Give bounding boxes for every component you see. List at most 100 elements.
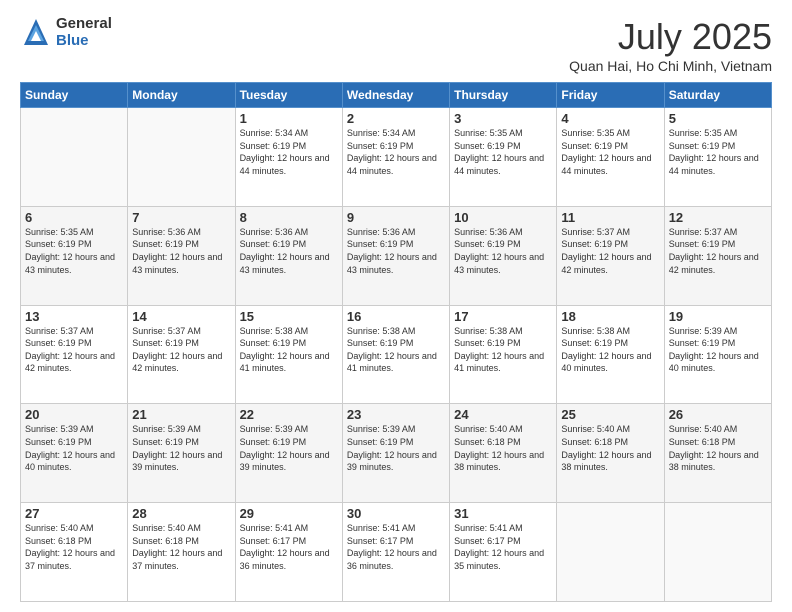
day-number: 4 <box>561 111 659 126</box>
day-number: 7 <box>132 210 230 225</box>
logo-general: General <box>56 16 112 33</box>
day-number: 25 <box>561 407 659 422</box>
day-info: Sunrise: 5:35 AMSunset: 6:19 PMDaylight:… <box>669 127 767 177</box>
day-number: 12 <box>669 210 767 225</box>
calendar-cell <box>21 108 128 207</box>
calendar-week-row: 13Sunrise: 5:37 AMSunset: 6:19 PMDayligh… <box>21 305 772 404</box>
day-info: Sunrise: 5:41 AMSunset: 6:17 PMDaylight:… <box>240 522 338 572</box>
day-number: 9 <box>347 210 445 225</box>
day-of-week-header: Saturday <box>664 83 771 108</box>
day-info: Sunrise: 5:39 AMSunset: 6:19 PMDaylight:… <box>25 423 123 473</box>
day-info: Sunrise: 5:37 AMSunset: 6:19 PMDaylight:… <box>669 226 767 276</box>
location: Quan Hai, Ho Chi Minh, Vietnam <box>569 58 772 74</box>
day-of-week-header: Sunday <box>21 83 128 108</box>
page: General Blue July 2025 Quan Hai, Ho Chi … <box>0 0 792 612</box>
day-number: 22 <box>240 407 338 422</box>
day-info: Sunrise: 5:40 AMSunset: 6:18 PMDaylight:… <box>25 522 123 572</box>
calendar-cell: 21Sunrise: 5:39 AMSunset: 6:19 PMDayligh… <box>128 404 235 503</box>
day-info: Sunrise: 5:40 AMSunset: 6:18 PMDaylight:… <box>669 423 767 473</box>
month-title: July 2025 <box>569 16 772 58</box>
calendar-cell: 23Sunrise: 5:39 AMSunset: 6:19 PMDayligh… <box>342 404 449 503</box>
day-number: 6 <box>25 210 123 225</box>
day-number: 18 <box>561 309 659 324</box>
calendar-table: SundayMondayTuesdayWednesdayThursdayFrid… <box>20 82 772 602</box>
calendar-cell: 3Sunrise: 5:35 AMSunset: 6:19 PMDaylight… <box>450 108 557 207</box>
day-number: 23 <box>347 407 445 422</box>
title-area: July 2025 Quan Hai, Ho Chi Minh, Vietnam <box>569 16 772 74</box>
day-info: Sunrise: 5:41 AMSunset: 6:17 PMDaylight:… <box>454 522 552 572</box>
day-info: Sunrise: 5:40 AMSunset: 6:18 PMDaylight:… <box>132 522 230 572</box>
day-info: Sunrise: 5:34 AMSunset: 6:19 PMDaylight:… <box>347 127 445 177</box>
logo-blue: Blue <box>56 33 112 50</box>
day-number: 21 <box>132 407 230 422</box>
calendar-cell: 12Sunrise: 5:37 AMSunset: 6:19 PMDayligh… <box>664 206 771 305</box>
day-of-week-header: Wednesday <box>342 83 449 108</box>
day-number: 3 <box>454 111 552 126</box>
day-of-week-header: Friday <box>557 83 664 108</box>
day-number: 5 <box>669 111 767 126</box>
calendar-cell: 4Sunrise: 5:35 AMSunset: 6:19 PMDaylight… <box>557 108 664 207</box>
calendar-cell <box>557 503 664 602</box>
day-info: Sunrise: 5:35 AMSunset: 6:19 PMDaylight:… <box>561 127 659 177</box>
day-number: 27 <box>25 506 123 521</box>
calendar-cell: 26Sunrise: 5:40 AMSunset: 6:18 PMDayligh… <box>664 404 771 503</box>
day-number: 11 <box>561 210 659 225</box>
day-info: Sunrise: 5:39 AMSunset: 6:19 PMDaylight:… <box>347 423 445 473</box>
day-of-week-header: Thursday <box>450 83 557 108</box>
day-number: 26 <box>669 407 767 422</box>
day-number: 1 <box>240 111 338 126</box>
calendar-header-row: SundayMondayTuesdayWednesdayThursdayFrid… <box>21 83 772 108</box>
calendar-cell: 20Sunrise: 5:39 AMSunset: 6:19 PMDayligh… <box>21 404 128 503</box>
calendar-cell: 1Sunrise: 5:34 AMSunset: 6:19 PMDaylight… <box>235 108 342 207</box>
calendar-cell: 2Sunrise: 5:34 AMSunset: 6:19 PMDaylight… <box>342 108 449 207</box>
day-info: Sunrise: 5:39 AMSunset: 6:19 PMDaylight:… <box>240 423 338 473</box>
day-of-week-header: Tuesday <box>235 83 342 108</box>
day-info: Sunrise: 5:38 AMSunset: 6:19 PMDaylight:… <box>347 325 445 375</box>
calendar-week-row: 6Sunrise: 5:35 AMSunset: 6:19 PMDaylight… <box>21 206 772 305</box>
calendar-cell: 7Sunrise: 5:36 AMSunset: 6:19 PMDaylight… <box>128 206 235 305</box>
day-number: 19 <box>669 309 767 324</box>
calendar-week-row: 1Sunrise: 5:34 AMSunset: 6:19 PMDaylight… <box>21 108 772 207</box>
day-number: 29 <box>240 506 338 521</box>
calendar-cell: 10Sunrise: 5:36 AMSunset: 6:19 PMDayligh… <box>450 206 557 305</box>
calendar-cell: 8Sunrise: 5:36 AMSunset: 6:19 PMDaylight… <box>235 206 342 305</box>
day-number: 20 <box>25 407 123 422</box>
calendar-cell: 22Sunrise: 5:39 AMSunset: 6:19 PMDayligh… <box>235 404 342 503</box>
day-info: Sunrise: 5:37 AMSunset: 6:19 PMDaylight:… <box>25 325 123 375</box>
calendar-cell: 14Sunrise: 5:37 AMSunset: 6:19 PMDayligh… <box>128 305 235 404</box>
calendar-cell: 6Sunrise: 5:35 AMSunset: 6:19 PMDaylight… <box>21 206 128 305</box>
day-number: 17 <box>454 309 552 324</box>
day-info: Sunrise: 5:40 AMSunset: 6:18 PMDaylight:… <box>454 423 552 473</box>
day-info: Sunrise: 5:36 AMSunset: 6:19 PMDaylight:… <box>132 226 230 276</box>
day-number: 15 <box>240 309 338 324</box>
calendar-cell: 11Sunrise: 5:37 AMSunset: 6:19 PMDayligh… <box>557 206 664 305</box>
day-of-week-header: Monday <box>128 83 235 108</box>
logo-icon <box>20 17 52 49</box>
day-number: 10 <box>454 210 552 225</box>
day-info: Sunrise: 5:34 AMSunset: 6:19 PMDaylight:… <box>240 127 338 177</box>
day-number: 31 <box>454 506 552 521</box>
day-info: Sunrise: 5:38 AMSunset: 6:19 PMDaylight:… <box>561 325 659 375</box>
day-info: Sunrise: 5:40 AMSunset: 6:18 PMDaylight:… <box>561 423 659 473</box>
calendar-cell: 28Sunrise: 5:40 AMSunset: 6:18 PMDayligh… <box>128 503 235 602</box>
day-info: Sunrise: 5:41 AMSunset: 6:17 PMDaylight:… <box>347 522 445 572</box>
day-info: Sunrise: 5:37 AMSunset: 6:19 PMDaylight:… <box>561 226 659 276</box>
day-number: 2 <box>347 111 445 126</box>
day-info: Sunrise: 5:35 AMSunset: 6:19 PMDaylight:… <box>25 226 123 276</box>
day-number: 30 <box>347 506 445 521</box>
logo: General Blue <box>20 16 112 49</box>
day-info: Sunrise: 5:38 AMSunset: 6:19 PMDaylight:… <box>240 325 338 375</box>
calendar-cell: 9Sunrise: 5:36 AMSunset: 6:19 PMDaylight… <box>342 206 449 305</box>
day-number: 16 <box>347 309 445 324</box>
calendar-cell: 17Sunrise: 5:38 AMSunset: 6:19 PMDayligh… <box>450 305 557 404</box>
day-info: Sunrise: 5:39 AMSunset: 6:19 PMDaylight:… <box>132 423 230 473</box>
calendar-cell: 31Sunrise: 5:41 AMSunset: 6:17 PMDayligh… <box>450 503 557 602</box>
header: General Blue July 2025 Quan Hai, Ho Chi … <box>20 16 772 74</box>
calendar-cell: 16Sunrise: 5:38 AMSunset: 6:19 PMDayligh… <box>342 305 449 404</box>
day-number: 28 <box>132 506 230 521</box>
day-info: Sunrise: 5:36 AMSunset: 6:19 PMDaylight:… <box>347 226 445 276</box>
calendar-cell: 30Sunrise: 5:41 AMSunset: 6:17 PMDayligh… <box>342 503 449 602</box>
calendar-week-row: 20Sunrise: 5:39 AMSunset: 6:19 PMDayligh… <box>21 404 772 503</box>
day-info: Sunrise: 5:37 AMSunset: 6:19 PMDaylight:… <box>132 325 230 375</box>
calendar-cell: 18Sunrise: 5:38 AMSunset: 6:19 PMDayligh… <box>557 305 664 404</box>
